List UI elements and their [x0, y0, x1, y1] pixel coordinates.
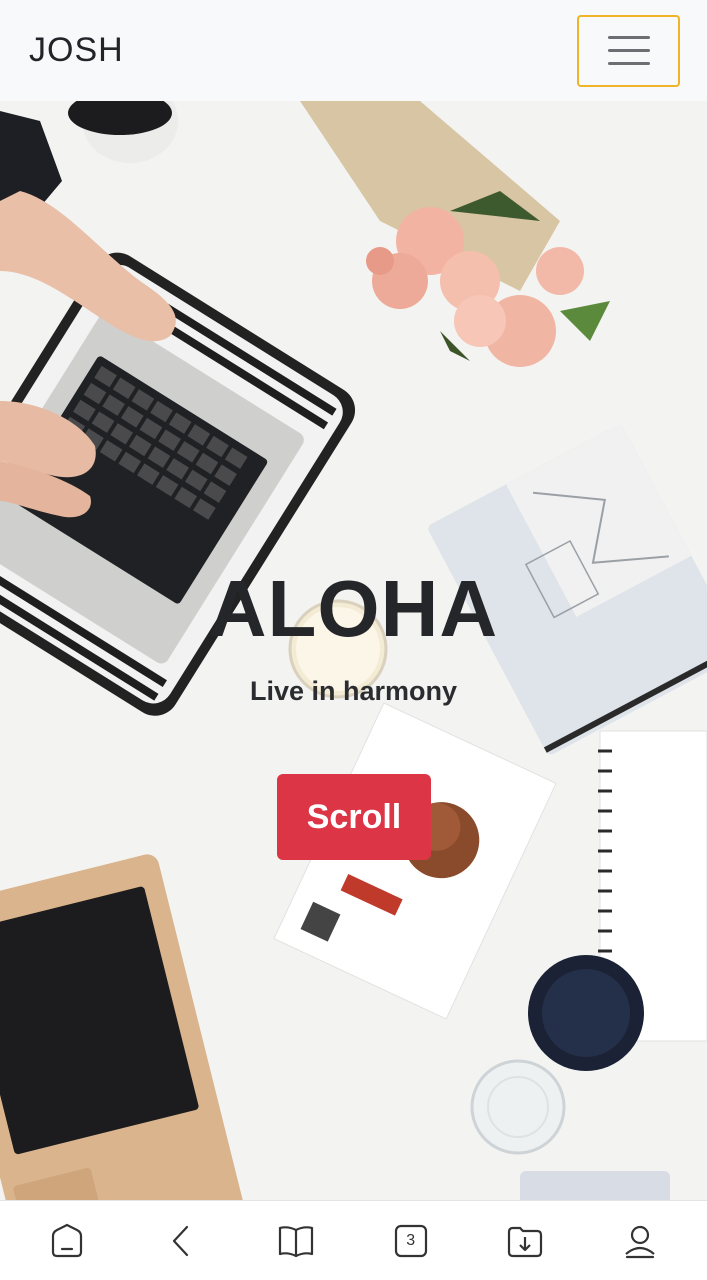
back-button[interactable]	[152, 1211, 212, 1271]
brand-logo[interactable]: JOSH	[29, 31, 124, 70]
home-button[interactable]	[37, 1211, 97, 1271]
hamburger-bar	[607, 62, 650, 65]
navbar: JOSH	[0, 0, 707, 101]
home-icon	[52, 1223, 83, 1257]
open-book-icon	[279, 1225, 314, 1257]
hero-title: ALOHA	[208, 564, 499, 653]
page: JOSH ALOHA Live in harmony Scroll 3	[0, 0, 707, 1280]
scroll-button[interactable]: Scroll	[277, 774, 431, 860]
tabs-count: 3	[406, 1231, 416, 1249]
reader-mode-button[interactable]	[266, 1211, 326, 1271]
back-arrow-icon	[172, 1225, 188, 1256]
browser-bottom-toolbar: 3	[0, 1200, 707, 1280]
downloads-button[interactable]	[495, 1211, 555, 1271]
hamburger-menu-icon	[607, 36, 650, 39]
download-folder-icon	[508, 1226, 543, 1257]
profile-button[interactable]	[610, 1211, 670, 1271]
menu-toggle-button[interactable]	[577, 14, 680, 87]
hamburger-bar	[607, 49, 650, 52]
profile-icon	[625, 1225, 655, 1258]
hero-section: ALOHA Live in harmony Scroll	[0, 101, 707, 1200]
hero-subtitle: Live in harmony	[249, 676, 458, 706]
tabs-button[interactable]: 3	[381, 1211, 441, 1271]
